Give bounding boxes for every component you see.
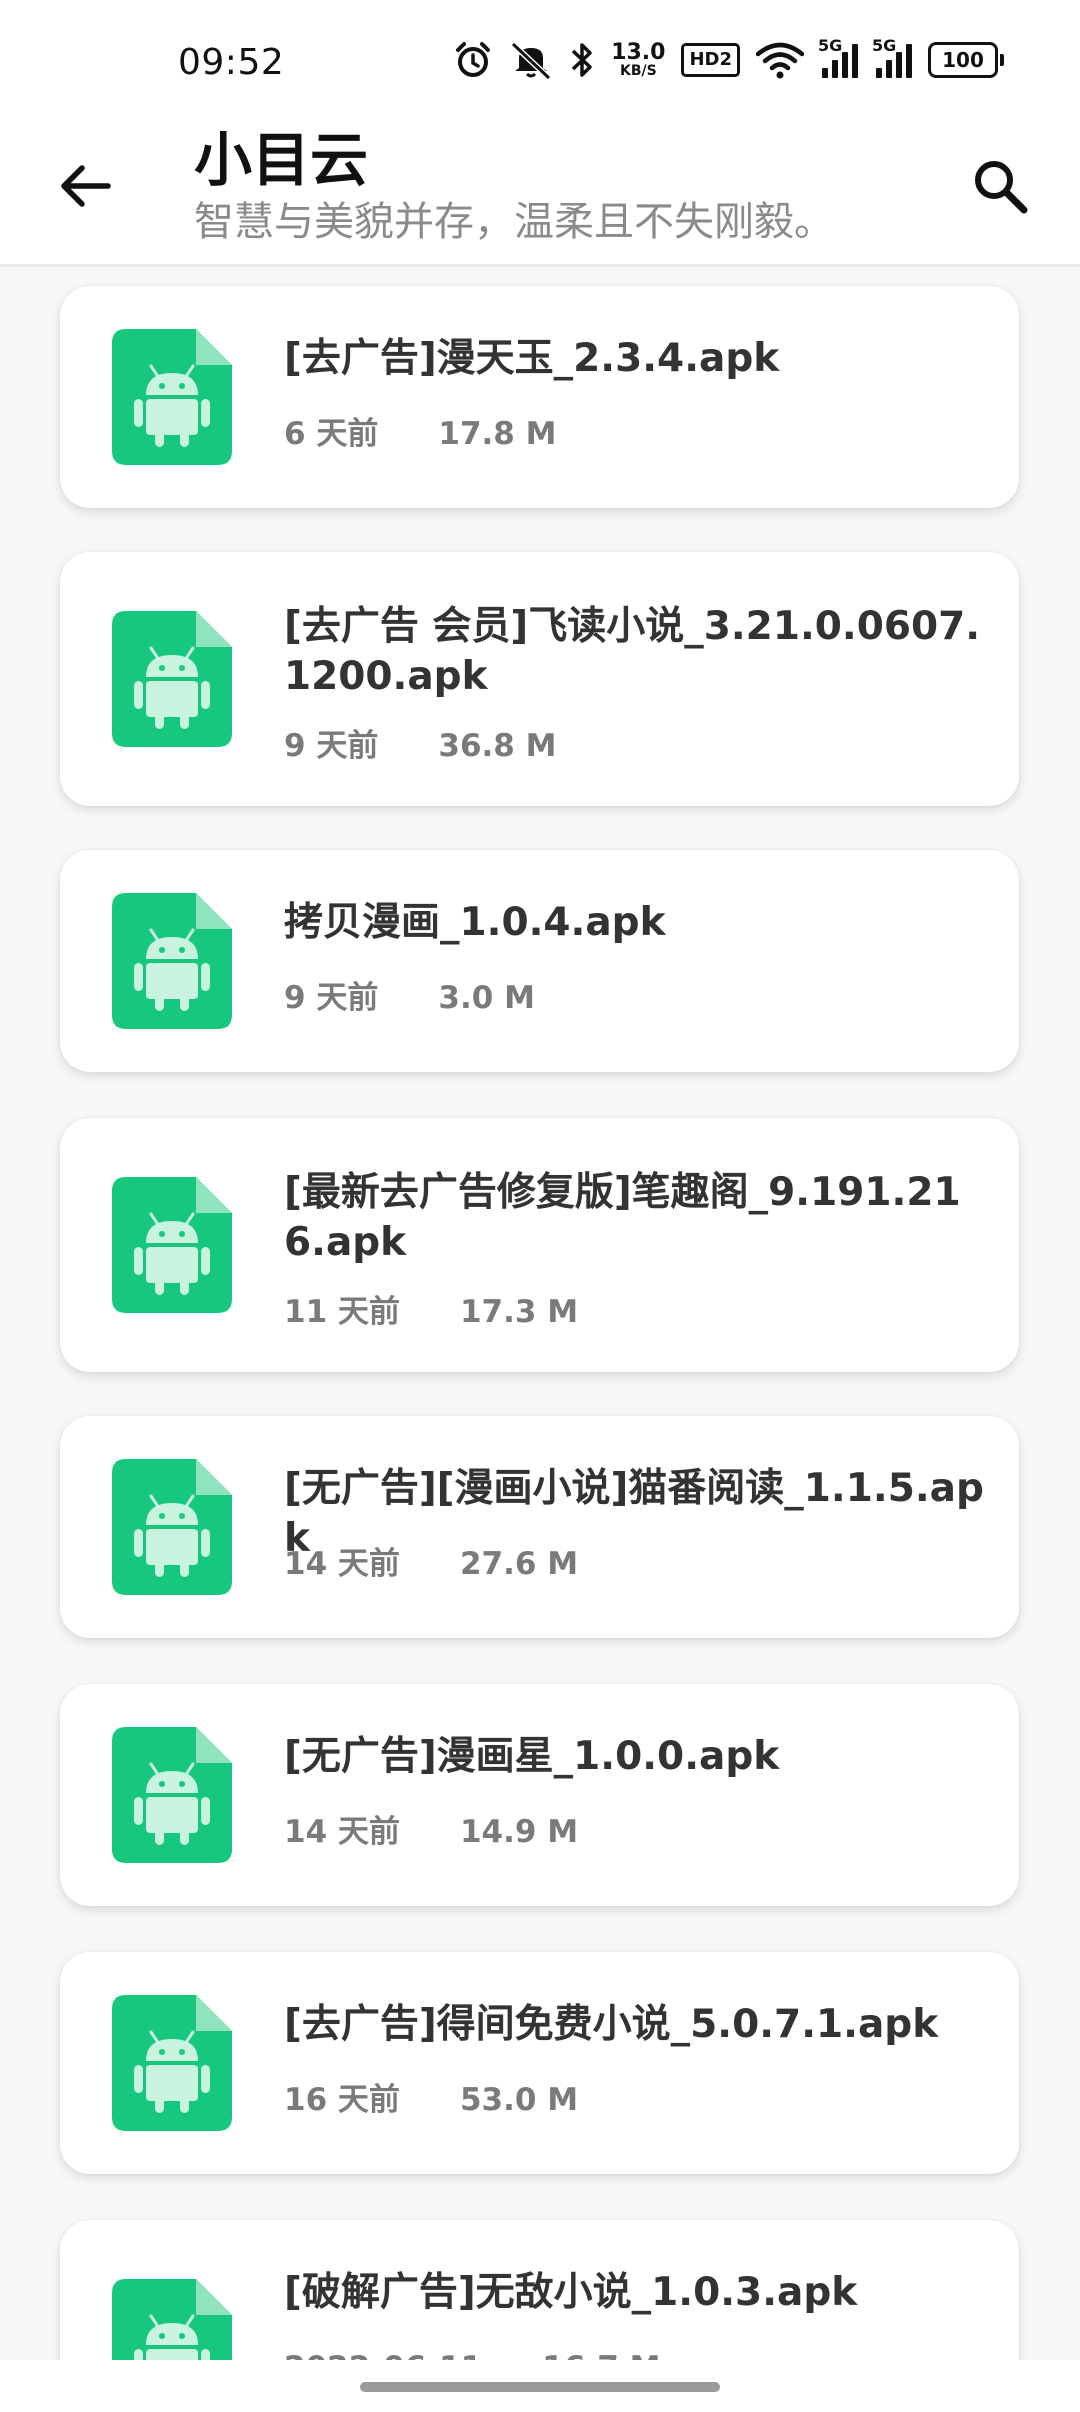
network-speed-value: 13.0: [611, 40, 666, 65]
file-name: [无广告]漫画星_1.0.0.apk: [284, 1734, 780, 1779]
file-size: 27.6 M: [459, 1546, 579, 1582]
file-age: 9 天前: [284, 980, 379, 1016]
apk-file-icon: [112, 893, 232, 1029]
status-icons: 13.0 KB/S HD2 5G 5G 100: [453, 36, 1004, 84]
file-item[interactable]: [去广告]漫天玉_2.3.4.apk 6 天前 17.8 M: [60, 286, 1019, 508]
alarm-icon: [453, 38, 493, 82]
file-size: 53.0 M: [459, 2082, 579, 2118]
file-meta: 9 天前 3.0 M: [284, 978, 535, 1018]
apk-file-icon: [112, 329, 232, 465]
screen: 09:52 13.0 KB/S HD2 5G 5G 100 小目云 智慧与美貌并…: [0, 0, 1080, 2412]
file-age: 6 天前: [284, 416, 379, 452]
file-item[interactable]: [无广告][漫画小说]猫番阅读_1.1.5.apk 14 天前 27.6 M: [60, 1416, 1019, 1638]
file-item[interactable]: [破解广告]无敌小说_1.0.3.apk 2022-06-11 16.7 M: [60, 2220, 1019, 2360]
apk-file-icon: [112, 611, 232, 747]
file-size: 17.8 M: [438, 416, 557, 452]
file-meta: 9 天前 36.8 M: [284, 726, 557, 766]
back-button[interactable]: [48, 148, 124, 224]
file-age: 11 天前: [284, 1294, 400, 1330]
sim1-network-label: 5G: [818, 36, 843, 55]
status-time: 09:52: [178, 42, 285, 83]
hd-voice-badge: HD2: [681, 43, 740, 77]
bluetooth-icon: [569, 38, 595, 82]
apk-file-icon: [112, 1177, 232, 1313]
file-name: [去广告]得间免费小说_5.0.7.1.apk: [284, 2002, 939, 2047]
file-age: 16 天前: [284, 2082, 400, 2118]
file-meta: 2022-06-11 16.7 M: [284, 2348, 660, 2360]
file-age: 2022-06-11: [284, 2350, 482, 2360]
file-meta: 14 天前 27.6 M: [284, 1544, 578, 1584]
file-list: [去广告]漫天玉_2.3.4.apk 6 天前 17.8 M [去广告 会员]飞读…: [0, 268, 1080, 2360]
file-size: 16.7 M: [542, 2350, 660, 2360]
file-name: [破解广告]无敌小说_1.0.3.apk: [284, 2270, 858, 2315]
file-item[interactable]: 拷贝漫画_1.0.4.apk 9 天前 3.0 M: [60, 850, 1019, 1072]
wifi-icon: [756, 38, 804, 82]
file-item[interactable]: [最新去广告修复版]笔趣阁_9.191.216.apk 11 天前 17.3 M: [60, 1118, 1019, 1372]
file-meta: 11 天前 17.3 M: [284, 1292, 578, 1332]
battery-icon: 100: [928, 42, 1004, 78]
apk-file-icon: [112, 1995, 232, 2131]
file-size: 3.0 M: [438, 980, 535, 1016]
battery-level: 100: [928, 42, 998, 78]
file-name: 拷贝漫画_1.0.4.apk: [284, 900, 666, 945]
sim2-network-label: 5G: [872, 36, 897, 55]
file-name: [最新去广告修复版]笔趣阁_9.191.216.apk: [284, 1170, 961, 1265]
signal-sim1-icon: 5G: [818, 36, 858, 78]
gesture-nav-bar[interactable]: [360, 2382, 720, 2392]
file-meta: 14 天前 14.9 M: [284, 1812, 578, 1852]
file-name: [去广告]漫天玉_2.3.4.apk: [284, 336, 780, 381]
network-speed-unit: KB/S: [619, 63, 657, 79]
page-subtitle: 智慧与美貌并存，温柔且不失刚毅。: [194, 199, 834, 245]
signal-sim2-icon: 5G: [872, 36, 912, 78]
file-size: 36.8 M: [438, 728, 557, 764]
file-size: 14.9 M: [459, 1814, 579, 1850]
search-icon: [975, 161, 1028, 214]
network-speed: 13.0 KB/S: [611, 40, 666, 79]
page-title: 小目云: [194, 126, 369, 194]
file-item[interactable]: [去广告 会员]飞读小说_3.21.0.0607.1200.apk 9 天前 36…: [60, 552, 1019, 806]
file-meta: 6 天前 17.8 M: [284, 414, 557, 454]
apk-file-icon: [112, 1727, 232, 1863]
file-meta: 16 天前 53.0 M: [284, 2080, 578, 2120]
file-age: 14 天前: [284, 1546, 400, 1582]
app-bar: 小目云 智慧与美貌并存，温柔且不失刚毅。: [0, 120, 1080, 267]
apk-file-icon: [112, 1459, 232, 1595]
mute-icon: [509, 38, 553, 82]
status-bar: 09:52 13.0 KB/S HD2 5G 5G 100: [0, 0, 1080, 120]
file-item[interactable]: [去广告]得间免费小说_5.0.7.1.apk 16 天前 53.0 M: [60, 1952, 1019, 2174]
file-name: [去广告 会员]飞读小说_3.21.0.0607.1200.apk: [284, 604, 981, 699]
file-size: 17.3 M: [459, 1294, 579, 1330]
arrow-left-icon: [61, 165, 111, 207]
apk-file-icon: [112, 2279, 232, 2360]
search-button[interactable]: [960, 146, 1040, 226]
file-item[interactable]: [无广告]漫画星_1.0.0.apk 14 天前 14.9 M: [60, 1684, 1019, 1906]
file-age: 14 天前: [284, 1814, 400, 1850]
file-age: 9 天前: [284, 728, 379, 764]
